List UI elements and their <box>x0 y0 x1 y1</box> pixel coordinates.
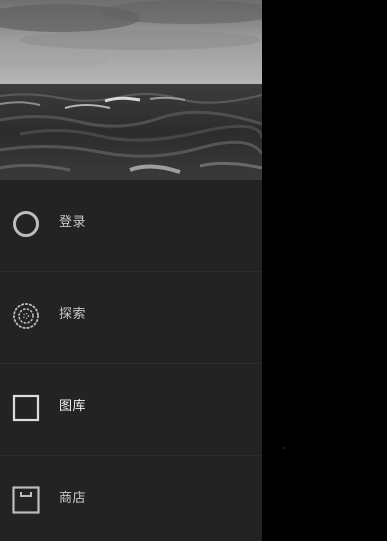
navigation-drawer: 登录 探索 图库 商店 <box>0 0 262 541</box>
menu-item-label: 登录 <box>59 215 87 230</box>
store-box-icon <box>11 485 41 515</box>
menu-item-explore[interactable]: 探索 <box>0 272 262 364</box>
scrim-area <box>283 447 285 449</box>
drawer-header-ocean-image <box>0 0 262 180</box>
dotted-circle-icon <box>11 301 41 331</box>
menu-item-label: 商店 <box>59 491 87 506</box>
menu-item-gallery[interactable]: 图库 <box>0 364 262 456</box>
menu-item-login[interactable]: 登录 <box>0 180 262 272</box>
menu-item-store[interactable]: 商店 <box>0 456 262 541</box>
app-screen: 登录 探索 图库 商店 <box>0 0 387 541</box>
menu-item-label: 探索 <box>59 307 87 322</box>
drawer-menu: 登录 探索 图库 商店 <box>0 180 262 541</box>
menu-item-label: 图库 <box>59 399 87 414</box>
circle-icon <box>11 209 41 239</box>
square-icon <box>11 393 41 423</box>
